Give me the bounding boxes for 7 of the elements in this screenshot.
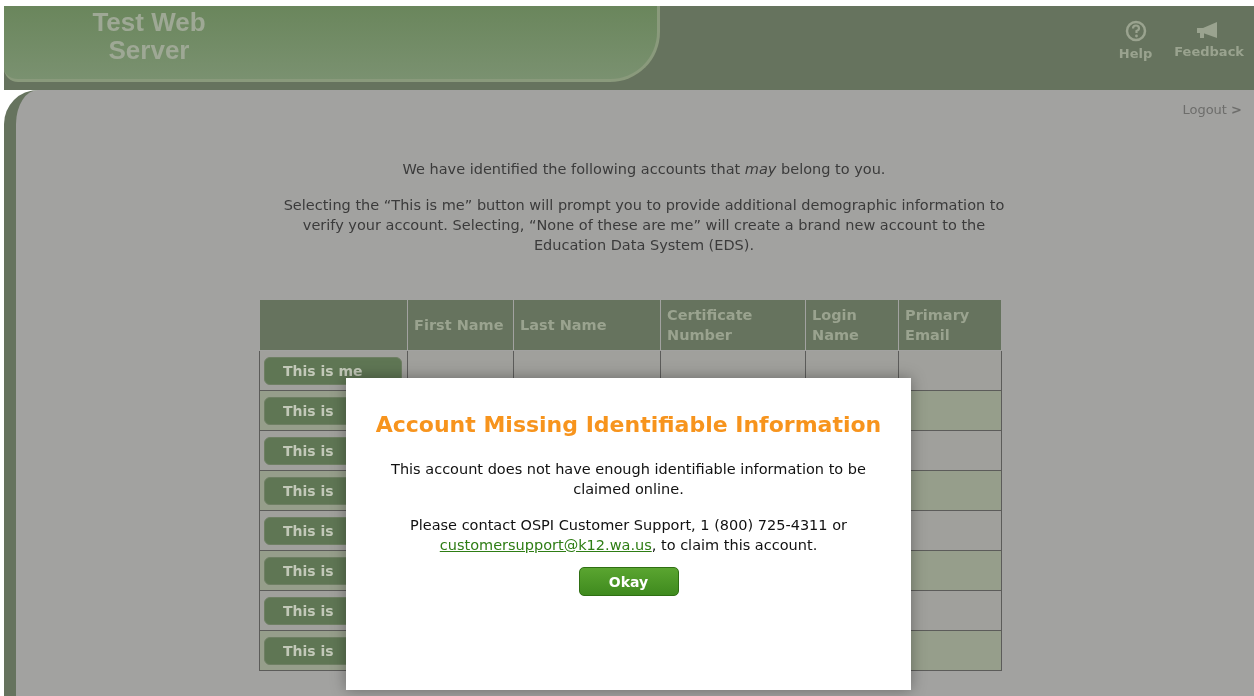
this-is-me-button[interactable]: This is me	[264, 356, 402, 385]
intro-text: We have identified the following accounts that may belong to you.	[401, 160, 887, 179]
okay-button[interactable]: Okay	[578, 567, 679, 596]
intro-text: Selecting the “This is me” button will prompt you to provide additional demographic information to verify your account. Selecting, “None of these are me” will create a brand new account to the Education Data System (EDS).	[282, 196, 1006, 255]
help-icon	[1124, 20, 1147, 42]
contact-text: Please contact OSPI Customer Support, 1 (800) 725-4311 or customersupport@k12.wa.us, to claim this account.	[408, 516, 848, 555]
email-link[interactable]: customersupport@k12.wa.us	[439, 537, 652, 553]
